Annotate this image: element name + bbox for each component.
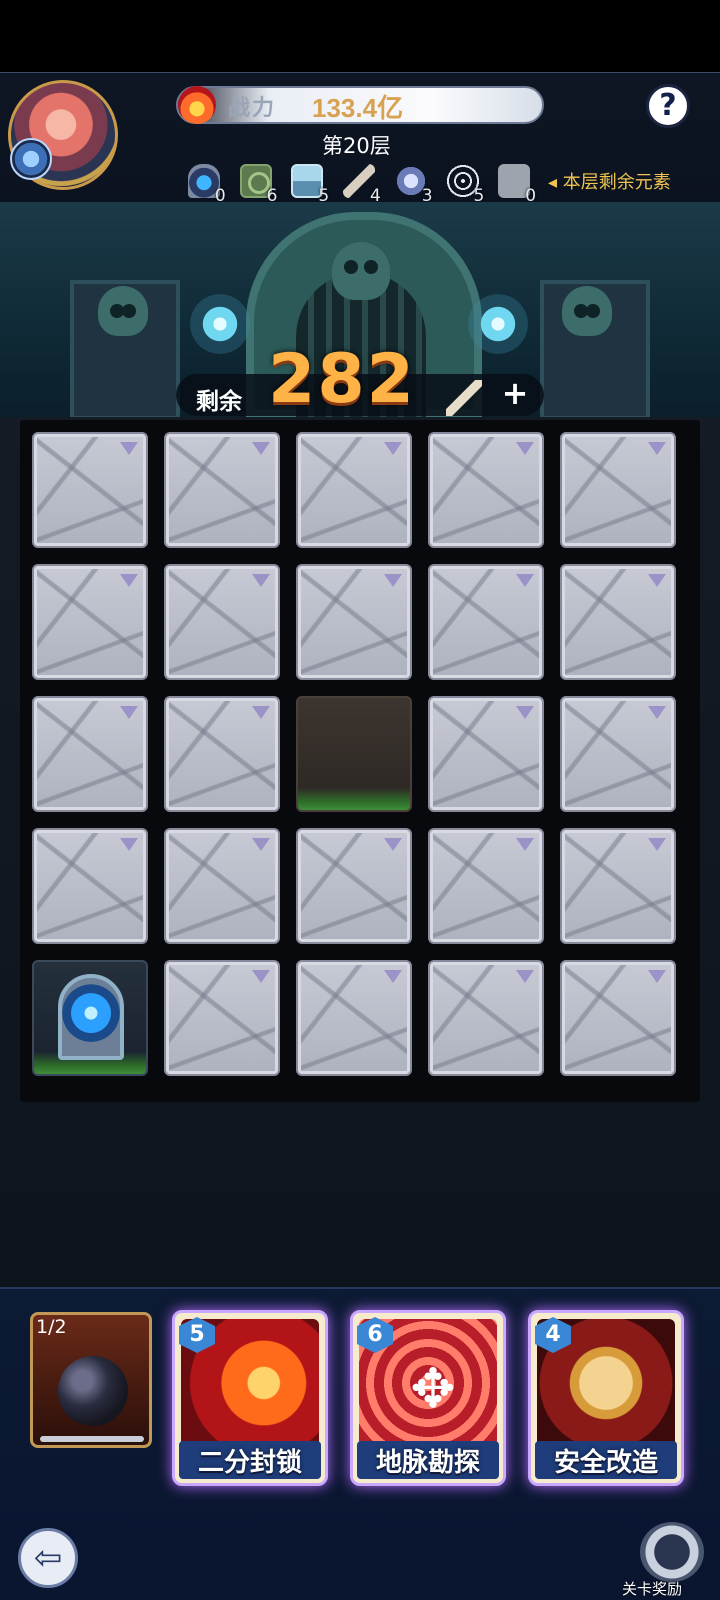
tile-marker-icon [648,706,666,719]
element-blocked: 6 [238,162,284,206]
stone-tile[interactable] [296,432,412,548]
pickaxe-icon [446,380,482,416]
tile-marker-icon [516,442,534,455]
stone-tile[interactable] [428,828,544,944]
tile-marker-icon [516,970,534,983]
stone-tile[interactable] [32,696,148,812]
stone-tile[interactable] [164,432,280,548]
tile-marker-icon [384,442,402,455]
tile-marker-icon [120,706,138,719]
stone-tile[interactable] [428,960,544,1076]
remaining-digs-value: 282 [268,340,416,419]
stone-tile[interactable] [428,564,544,680]
skill-card-binary-lock[interactable]: 二分封锁 5 [172,1310,328,1486]
stone-tile[interactable] [296,960,412,1076]
bomb-icon [58,1356,128,1426]
help-button[interactable]: ? [646,84,690,128]
tile-marker-icon [120,442,138,455]
tile-marker-icon [252,574,270,587]
stone-tile[interactable] [560,564,676,680]
skill-name: 二分封锁 [197,1448,302,1478]
power-label: 战力 [228,96,277,121]
stone-tile[interactable] [164,696,280,812]
stone-tile[interactable] [32,564,148,680]
power-value: 133.4亿 [312,93,404,123]
tile-marker-icon [120,574,138,587]
tile-marker-icon [384,574,402,587]
status-bar [0,0,720,72]
tile-marker-icon [648,574,666,587]
skull-icon [332,242,390,300]
floor-label: 第20层 [322,134,391,158]
tile-marker-icon [384,838,402,851]
element-swords: 3 [393,162,439,206]
level-reward-label[interactable]: 关卡奖励 [622,1578,682,1599]
bomb-count: 1/2 [36,1316,67,1338]
stone-tile[interactable] [560,696,676,812]
four-way-arrows-icon: ✥ [410,1357,456,1420]
dug-tile[interactable] [296,696,412,812]
stone-tile[interactable] [32,432,148,548]
exit-icon: ⇦ [33,1538,63,1578]
tile-marker-icon [120,838,138,851]
stone-tile[interactable] [164,828,280,944]
tile-marker-icon [252,970,270,983]
remaining-elements-row: 0 6 5 4 3 5 0 [186,162,542,206]
tile-marker-icon [648,442,666,455]
stone-tile[interactable] [560,960,676,1076]
skull-icon [562,286,612,336]
flame-icon [178,86,216,124]
bomb-progress-bar [40,1436,144,1442]
stone-tile[interactable] [560,828,676,944]
add-digs-button[interactable]: + [498,376,532,410]
stone-tile[interactable] [296,828,412,944]
element-chest: 5 [289,162,335,206]
element-puzzle: 0 [496,162,542,206]
stone-tile[interactable] [428,696,544,812]
tile-marker-icon [384,970,402,983]
torch-icon [468,294,528,354]
tile-marker-icon [516,706,534,719]
torch-icon [190,294,250,354]
portal-icon [58,974,124,1060]
avatar-badge-icon [10,138,52,180]
remaining-elements-label[interactable]: ◂ 本层剩余元素 [548,168,671,194]
stone-tile[interactable] [32,828,148,944]
skill-card-earth-survey[interactable]: ✥ 地脉勘探 6 [350,1310,506,1486]
element-web: 5 [445,162,491,206]
stone-tile[interactable] [560,432,676,548]
skill-card-safe-transform[interactable]: 安全改造 4 [528,1310,684,1486]
level-reward-button[interactable] [640,1522,704,1582]
tile-marker-icon [252,442,270,455]
exit-button[interactable]: ⇦ [18,1528,78,1588]
tile-marker-icon [252,706,270,719]
skill-name: 地脉勘探 [375,1448,480,1478]
tile-marker-icon [648,970,666,983]
tile-marker-icon [252,838,270,851]
element-pickaxe: 4 [341,162,387,206]
stone-tile[interactable] [164,564,280,680]
stone-tile[interactable] [164,960,280,1076]
stone-tile[interactable] [428,432,544,548]
element-portal: 0 [186,162,232,206]
portal-tile[interactable] [32,960,148,1076]
dig-grid [20,420,700,1102]
tile-marker-icon [648,838,666,851]
skill-name: 安全改造 [553,1448,658,1478]
tile-marker-icon [516,574,534,587]
tile-marker-icon [516,838,534,851]
stone-tile[interactable] [296,564,412,680]
remaining-label: 剩余 [196,389,242,415]
skull-icon [98,286,148,336]
